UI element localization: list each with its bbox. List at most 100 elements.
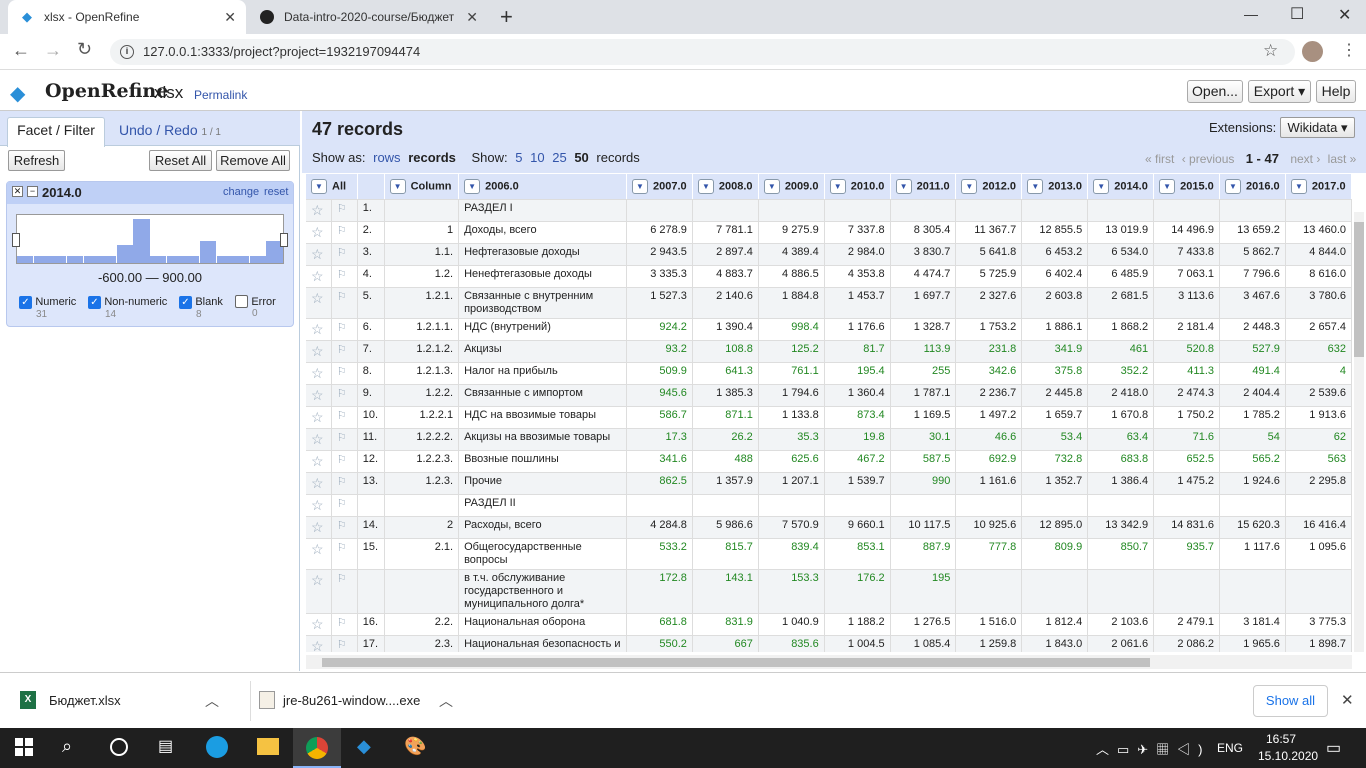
cell-value[interactable]: 1 259.8 <box>955 635 1023 652</box>
cell-value[interactable]: 342.6 <box>955 362 1023 385</box>
cell-name[interactable]: Связанные с внутренним производством <box>458 287 627 319</box>
cell-value[interactable]: 341.6 <box>626 450 693 473</box>
flag-icon[interactable]: ⚐ <box>331 428 358 451</box>
cell-column[interactable]: 1.2.3. <box>384 472 460 495</box>
search-icon[interactable]: ⌕ <box>62 736 72 757</box>
cell-value[interactable]: 2 236.7 <box>955 384 1023 407</box>
cell-value[interactable]: 17.3 <box>626 428 693 451</box>
file-explorer-icon[interactable] <box>257 738 279 755</box>
cell-value[interactable]: 4 <box>1285 362 1352 385</box>
flag-icon[interactable]: ⚐ <box>331 243 358 266</box>
star-icon[interactable]: ☆ <box>306 287 332 319</box>
cell-value[interactable]: 777.8 <box>955 538 1023 570</box>
url-input[interactable]: i 127.0.0.1:3333/project?project=1932197… <box>110 39 1295 65</box>
cell-value[interactable]: 2 181.4 <box>1153 318 1221 341</box>
cell-value[interactable]: 550.2 <box>626 635 693 652</box>
cell-value[interactable]: 692.9 <box>955 450 1023 473</box>
cell-value[interactable]: 195 <box>890 569 957 614</box>
cell-value[interactable] <box>1219 199 1286 222</box>
cell-value[interactable]: 108.8 <box>692 340 759 363</box>
flag-icon[interactable]: ⚐ <box>331 265 358 288</box>
system-tray-icons[interactable]: ︿▭✈▦◁) <box>1096 739 1211 758</box>
cell-value[interactable]: 683.8 <box>1087 450 1155 473</box>
cell-value[interactable]: 3 830.7 <box>890 243 957 266</box>
column-header[interactable]: ▼ 2015.0 <box>1153 174 1221 200</box>
cell-value[interactable]: 732.8 <box>1021 450 1089 473</box>
minimize-facet-icon[interactable]: − <box>27 186 38 197</box>
cell-value[interactable]: 195.4 <box>824 362 891 385</box>
flag-icon[interactable]: ⚐ <box>331 472 358 495</box>
facet-choice-non-numeric[interactable]: ✓ Non-numeric 14 <box>88 294 167 320</box>
flag-icon[interactable]: ⚐ <box>331 516 358 539</box>
column-header[interactable]: ▼ 2014.0 <box>1087 174 1155 200</box>
column-header[interactable]: ▼ 2006.0 <box>458 174 627 200</box>
dropdown-icon[interactable]: ▼ <box>464 178 481 194</box>
cell-value[interactable]: 1 085.4 <box>890 635 957 652</box>
cell-name[interactable]: РАЗДЕЛ I <box>458 199 627 222</box>
cell-value[interactable]: 16 416.4 <box>1285 516 1352 539</box>
cell-value[interactable]: 4 886.5 <box>758 265 825 288</box>
notifications-icon[interactable]: ▭ <box>1326 738 1341 758</box>
wikidata-button[interactable]: Wikidata ▾ <box>1280 117 1355 138</box>
cell-value[interactable]: 81.7 <box>824 340 891 363</box>
cell-value[interactable]: 4 284.8 <box>626 516 693 539</box>
tab-facet-filter[interactable]: Facet / Filter <box>7 117 105 147</box>
cell-column[interactable]: 1 <box>384 221 460 244</box>
dropdown-icon[interactable]: ▼ <box>1159 178 1176 194</box>
cell-column[interactable] <box>384 569 460 614</box>
cortana-icon[interactable] <box>110 738 128 756</box>
cell-value[interactable]: 26.2 <box>692 428 759 451</box>
cell-value[interactable]: 4 474.7 <box>890 265 957 288</box>
close-icon[interactable]: ✕ <box>466 9 478 26</box>
download-item[interactable]: jre-8u261-window....exe ︿ <box>250 681 460 721</box>
first-page-link[interactable]: « first <box>1145 152 1174 166</box>
flag-icon[interactable]: ⚐ <box>331 362 358 385</box>
cell-value[interactable]: 563 <box>1285 450 1352 473</box>
dropdown-icon[interactable]: ▼ <box>1290 178 1307 194</box>
cell-column[interactable]: 1.2.1.1. <box>384 318 460 341</box>
flag-icon[interactable]: ⚐ <box>331 538 358 570</box>
cell-value[interactable]: 1 965.6 <box>1219 635 1286 652</box>
cell-value[interactable]: 46.6 <box>955 428 1023 451</box>
facet-choice-numeric[interactable]: ✓ Numeric 31 <box>19 294 76 320</box>
minimize-button[interactable]: — <box>1244 6 1258 22</box>
cell-value[interactable] <box>890 494 957 517</box>
cell-value[interactable]: 1 670.8 <box>1087 406 1155 429</box>
cell-value[interactable]: 1 161.6 <box>955 472 1023 495</box>
cell-value[interactable]: 3 775.3 <box>1285 613 1352 636</box>
cell-value[interactable]: 172.8 <box>626 569 693 614</box>
cell-value[interactable]: 491.4 <box>1219 362 1286 385</box>
flag-icon[interactable]: ⚐ <box>331 384 358 407</box>
star-icon[interactable]: ☆ <box>306 635 332 652</box>
cell-column[interactable] <box>384 199 460 222</box>
cell-value[interactable]: 587.5 <box>890 450 957 473</box>
close-icon[interactable]: ✕ <box>1341 691 1354 709</box>
cell-value[interactable]: 945.6 <box>626 384 693 407</box>
cell-value[interactable]: 1 276.5 <box>890 613 957 636</box>
windows-start-icon[interactable] <box>15 738 33 756</box>
cell-value[interactable] <box>692 199 759 222</box>
column-header[interactable]: ▼ 2008.0 <box>692 174 759 200</box>
column-header[interactable]: ▼ 2012.0 <box>955 174 1023 200</box>
facet-choice-error[interactable]: Error 0 <box>235 294 276 319</box>
cell-value[interactable]: 6 453.2 <box>1021 243 1089 266</box>
cell-value[interactable]: 93.2 <box>626 340 693 363</box>
cell-value[interactable]: 2 474.3 <box>1153 384 1221 407</box>
star-icon[interactable]: ☆ <box>306 538 332 570</box>
cell-value[interactable]: 6 278.9 <box>626 221 693 244</box>
cell-value[interactable] <box>1153 494 1221 517</box>
cell-value[interactable] <box>692 494 759 517</box>
cell-column[interactable]: 2.1. <box>384 538 460 570</box>
cell-value[interactable]: 839.4 <box>758 538 825 570</box>
cell-value[interactable]: 2 418.0 <box>1087 384 1155 407</box>
cell-value[interactable] <box>1219 569 1286 614</box>
horizontal-scroll-thumb[interactable] <box>322 658 1150 667</box>
cell-value[interactable]: 1 697.7 <box>890 287 957 319</box>
cell-value[interactable] <box>1285 199 1352 222</box>
cell-value[interactable]: 1 453.7 <box>824 287 891 319</box>
cell-value[interactable]: 9 275.9 <box>758 221 825 244</box>
column-header[interactable]: ▼ 2010.0 <box>824 174 891 200</box>
cell-column[interactable]: 1.2. <box>384 265 460 288</box>
dropdown-icon[interactable]: ▼ <box>961 178 978 194</box>
cell-value[interactable]: 1 390.4 <box>692 318 759 341</box>
